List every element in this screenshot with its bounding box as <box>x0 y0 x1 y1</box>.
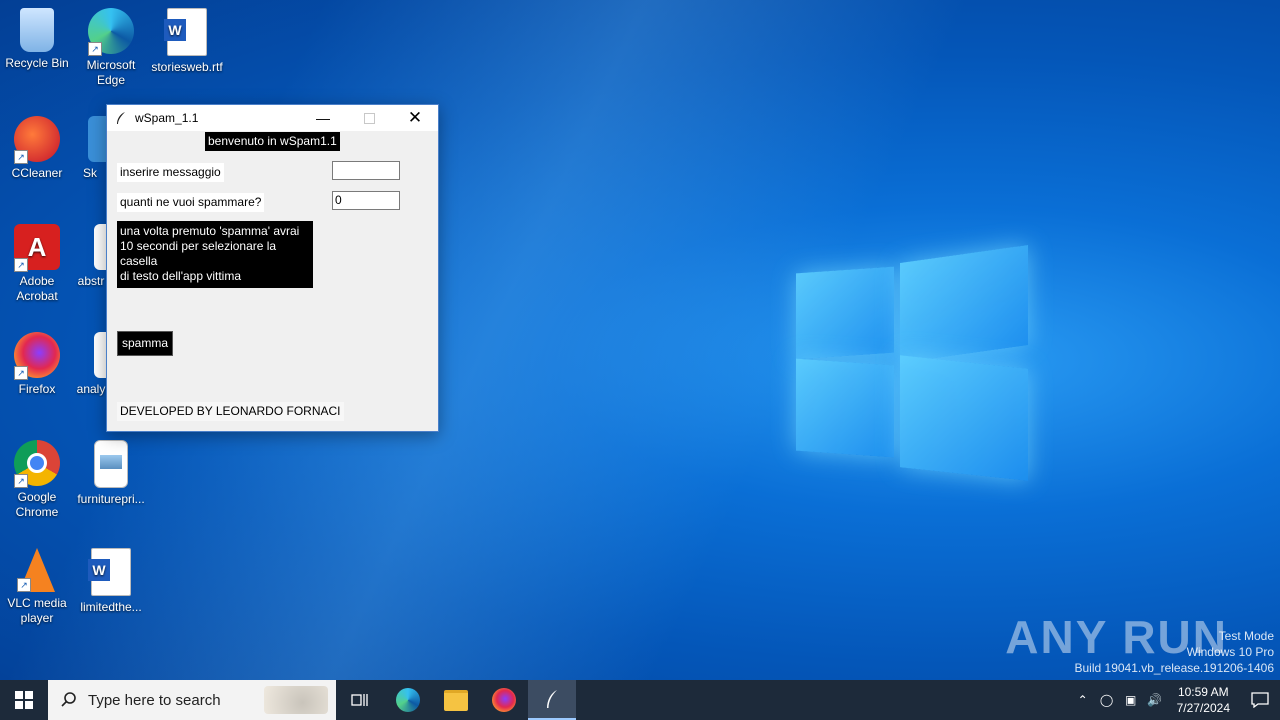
watermark-line: Build 19041.vb_release.191206-1406 <box>1074 661 1275 675</box>
notification-icon <box>1251 692 1269 708</box>
network-icon[interactable]: ▣ <box>1119 693 1143 707</box>
close-button[interactable]: ✕ <box>392 105 438 131</box>
ccleaner-icon: ↗ <box>14 116 60 164</box>
edge-icon <box>396 688 420 712</box>
minimize-button[interactable]: — <box>300 105 346 131</box>
window-title: wSpam_1.1 <box>135 111 199 125</box>
clock[interactable]: 10:59 AM 7/27/2024 <box>1177 684 1230 716</box>
desktop-icon-label: Firefox <box>18 382 56 396</box>
desktop-icon-label: analy <box>76 382 106 396</box>
desktop-icon-sk[interactable]: Sk <box>74 116 106 181</box>
desktop-icon-vlc[interactable]: ↗ VLC media player <box>0 548 74 626</box>
close-icon: ✕ <box>407 108 423 127</box>
desktop-icon-storiesweb[interactable]: W storiesweb.rtf <box>150 8 224 75</box>
instructions-line: di testo dell'app vittima <box>120 269 242 283</box>
recycle-bin-icon <box>20 8 54 52</box>
task-view-icon <box>351 694 368 706</box>
developer-credit: DEVELOPED BY LEONARDO FORNACI <box>117 402 344 421</box>
message-label: inserire messaggio <box>117 163 224 182</box>
desktop-icon-analy[interactable]: analy <box>76 332 106 397</box>
acrobat-icon: A ↗ <box>14 224 60 272</box>
volume-icon[interactable]: 🔊 <box>1143 693 1167 707</box>
desktop-icon-label: Recycle Bin <box>5 56 69 70</box>
desktop-icon-label: furniturepri... <box>77 492 145 506</box>
windows-start-icon <box>15 691 33 709</box>
taskbar: Type here to search ⌃ ◯ ▣ 🔊 10:59 AM 7/2… <box>0 680 1280 720</box>
desktop-icon-label: limitedthe... <box>80 600 142 614</box>
desktop-icon-microsoft-edge[interactable]: ↗ Microsoft Edge <box>74 8 148 88</box>
wspam-window: wSpam_1.1 — ✕ benvenuto in wSpam1.1 inse… <box>106 104 439 432</box>
word-document-icon: W <box>88 548 131 596</box>
firefox-icon <box>492 688 516 712</box>
desktop-icon-adobe-acrobat[interactable]: A ↗ Adobe Acrobat <box>0 224 74 304</box>
instructions-line: una volta premuto 'spamma' avrai <box>120 224 300 238</box>
desktop-icon-abstr[interactable]: abstr <box>76 224 106 289</box>
search-highlight-image <box>264 686 328 714</box>
message-input[interactable] <box>332 161 400 180</box>
desktop-icon-furniturepri[interactable]: furniturepri... <box>74 440 148 507</box>
maximize-button[interactable] <box>346 105 392 131</box>
taskbar-edge[interactable] <box>384 680 432 720</box>
feather-icon <box>117 112 125 124</box>
watermark-line: Windows 10 Pro <box>1186 645 1274 659</box>
desktop-icon-recycle-bin[interactable]: Recycle Bin <box>0 8 74 71</box>
test-mode-watermark: Test Mode Windows 10 Pro Build 19041.vb_… <box>1075 628 1275 676</box>
search-placeholder: Type here to search <box>88 691 221 709</box>
count-label: quanti ne vuoi spammare? <box>117 193 265 212</box>
vlc-cone-icon: ↗ <box>17 548 55 592</box>
clock-date: 7/27/2024 <box>1176 701 1230 715</box>
desktop-icon-label: Adobe Acrobat <box>16 274 58 303</box>
instructions-line: 10 secondi per selezionare la casella <box>120 239 277 268</box>
chrome-icon: ↗ <box>14 440 60 488</box>
taskbar-file-explorer[interactable] <box>432 680 480 720</box>
welcome-label: benvenuto in wSpam1.1 <box>205 132 340 151</box>
chevron-up-icon[interactable]: ⌃ <box>1071 693 1095 707</box>
desktop-icon-label: Sk <box>82 166 97 180</box>
folder-icon <box>444 689 468 711</box>
task-view-button[interactable] <box>336 680 384 720</box>
meet-now-icon[interactable]: ◯ <box>1095 693 1119 707</box>
desktop-icon-google-chrome[interactable]: ↗ Google Chrome <box>0 440 74 520</box>
firefox-icon: ↗ <box>14 332 60 380</box>
document-icon <box>94 332 106 378</box>
count-input[interactable]: 0 <box>332 191 400 210</box>
image-file-icon <box>94 440 128 488</box>
start-button[interactable] <box>0 680 48 720</box>
spamma-button[interactable]: spamma <box>117 331 174 356</box>
desktop-icon-label: CCleaner <box>11 166 63 180</box>
search-icon <box>61 692 76 707</box>
clock-time: 10:59 AM <box>1177 685 1229 699</box>
feather-icon <box>547 690 557 708</box>
desktop-icon-ccleaner[interactable]: ↗ CCleaner <box>0 116 74 181</box>
desktop-icon-limitedthe[interactable]: W limitedthe... <box>74 548 148 615</box>
desktop-icon-label: storiesweb.rtf <box>151 60 223 74</box>
taskbar-search-box[interactable]: Type here to search <box>48 680 336 720</box>
window-titlebar[interactable]: wSpam_1.1 — ✕ <box>107 105 438 131</box>
windows-logo-wallpaper <box>790 240 1030 481</box>
app-icon <box>88 116 106 162</box>
system-tray: ⌃ ◯ ▣ 🔊 10:59 AM 7/27/2024 <box>1071 680 1280 720</box>
desktop-icon-label: Microsoft Edge <box>86 58 136 87</box>
notification-button[interactable] <box>1240 680 1280 720</box>
instructions-label: una volta premuto 'spamma' avrai 10 seco… <box>117 221 313 288</box>
desktop-icon-label: VLC media player <box>7 596 67 625</box>
minimize-icon: — <box>316 110 330 126</box>
taskbar-wspam[interactable] <box>528 680 576 720</box>
word-document-icon: W <box>164 8 207 56</box>
document-icon <box>94 224 106 270</box>
watermark-line: Test Mode <box>1218 629 1274 643</box>
desktop-icon-label: Google Chrome <box>15 490 59 519</box>
taskbar-firefox[interactable] <box>480 680 528 720</box>
maximize-icon <box>363 112 375 124</box>
desktop-icon-firefox[interactable]: ↗ Firefox <box>0 332 74 397</box>
desktop-icon-label: abstr <box>77 274 105 288</box>
edge-icon: ↗ <box>88 8 134 56</box>
